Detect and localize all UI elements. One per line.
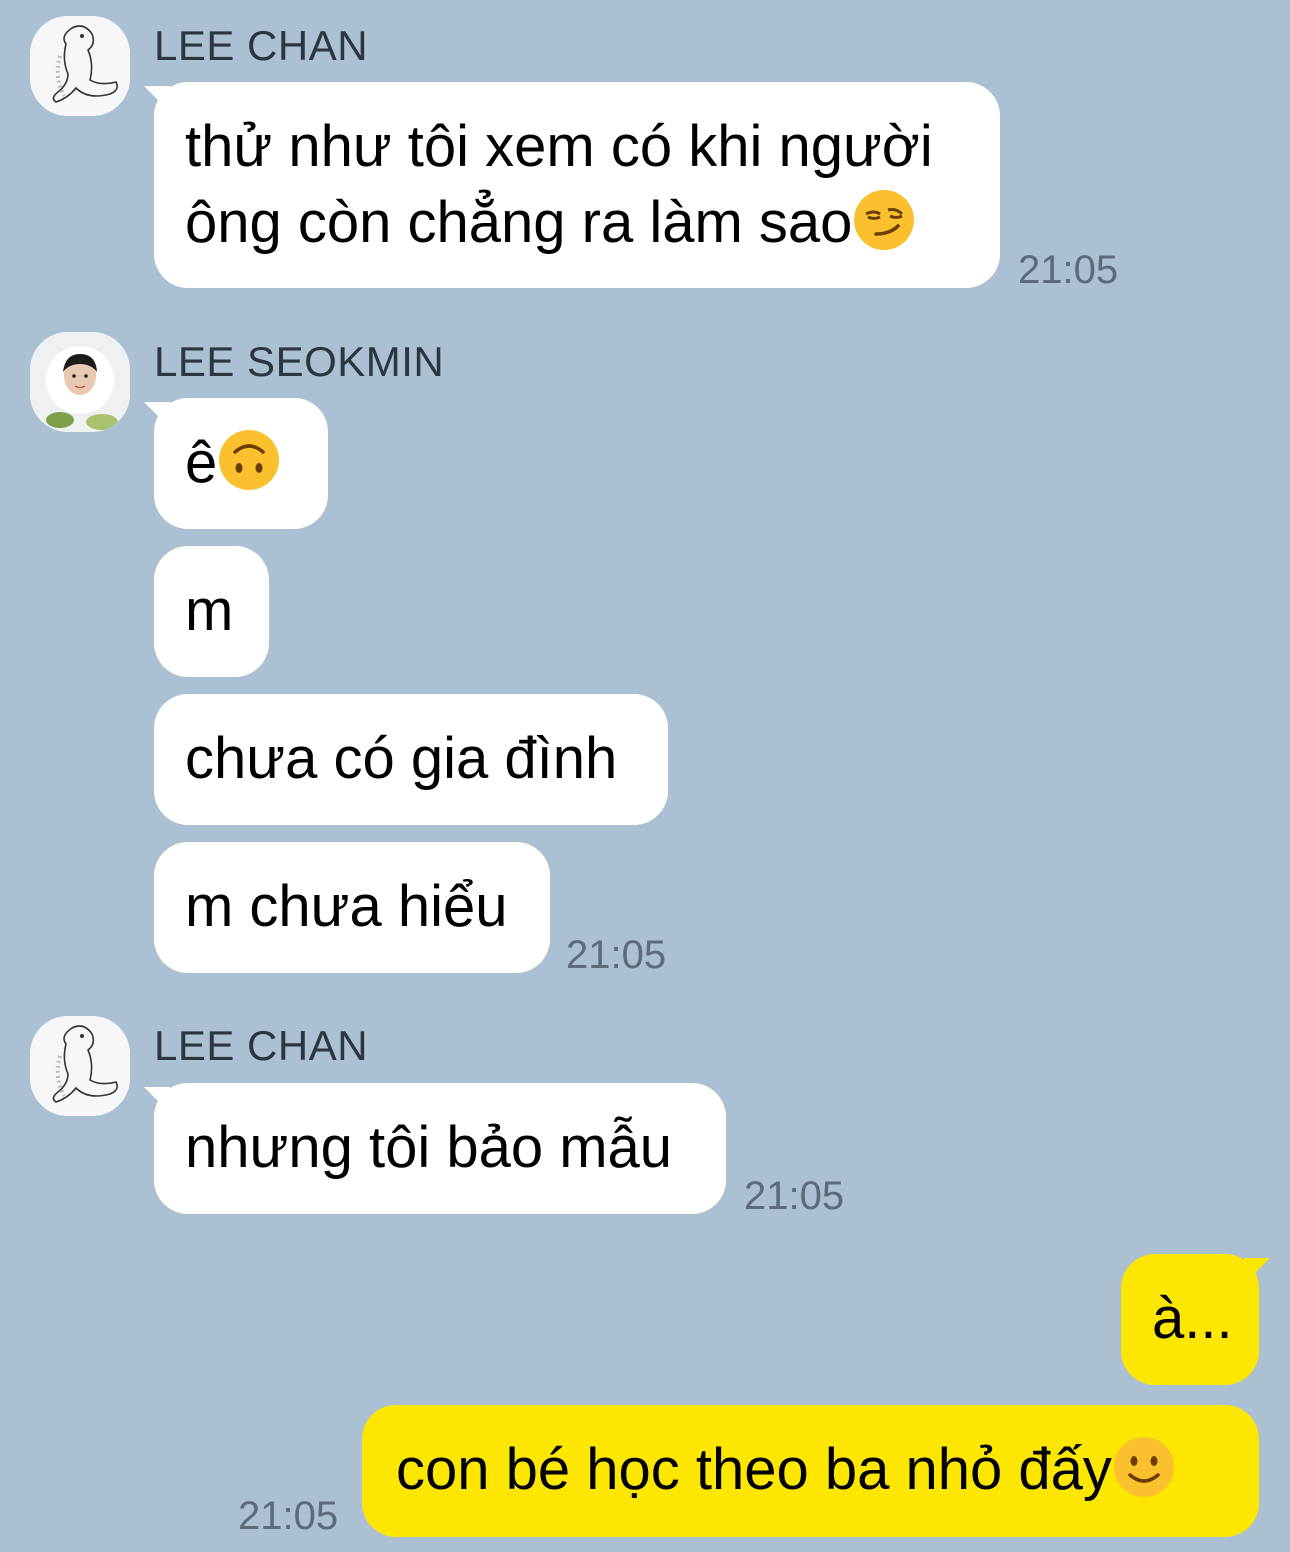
timestamp: 21:05 bbox=[238, 1494, 339, 1538]
sender-name: LEE SEOKMIN bbox=[154, 338, 445, 385]
sender-name: LEE CHAN bbox=[154, 1022, 369, 1069]
message-bubble[interactable]: m chưa hiểu bbox=[154, 842, 550, 973]
message-bubble[interactable]: m bbox=[154, 546, 269, 677]
smirking-face-icon bbox=[852, 188, 916, 252]
message-bubble[interactable]: chưa có gia đình bbox=[154, 694, 668, 825]
timestamp: 21:05 bbox=[566, 933, 667, 977]
photo-avatar-icon bbox=[30, 332, 130, 432]
timestamp: 21:05 bbox=[1018, 248, 1119, 292]
avatar[interactable] bbox=[30, 1016, 130, 1116]
avatar[interactable] bbox=[30, 332, 130, 432]
message-line-1: thử như tôi xem có khi người bbox=[185, 114, 933, 179]
message-line-2-text: ông còn chẳng ra làm sao bbox=[185, 190, 853, 255]
sender-name: LEE CHAN bbox=[154, 22, 369, 69]
message-bubble[interactable]: con bé học theo ba nhỏ đấy bbox=[362, 1405, 1259, 1537]
chat-screen: { "messages": [ { "sender": "LEE CHAN", … bbox=[0, 0, 1290, 1552]
slightly-smiling-face-icon bbox=[1112, 1435, 1176, 1499]
message-bubble[interactable]: à... bbox=[1121, 1254, 1259, 1385]
line-drawing-avatar-icon bbox=[30, 16, 130, 116]
line-drawing-avatar-icon bbox=[30, 1016, 130, 1116]
message-text: ê bbox=[185, 430, 218, 495]
message-bubble[interactable]: nhưng tôi bảo mẫu bbox=[154, 1083, 726, 1214]
timestamp: 21:05 bbox=[744, 1174, 845, 1218]
message-bubble[interactable]: thử như tôi xem có khi người ông còn chẳ… bbox=[154, 82, 1000, 288]
avatar[interactable] bbox=[30, 16, 130, 116]
message-bubble[interactable]: ê bbox=[154, 398, 328, 529]
message-line-2: ông còn chẳng ra làm sao bbox=[185, 185, 969, 261]
message-text: con bé học theo ba nhỏ đấy bbox=[396, 1437, 1112, 1502]
upside-down-face-icon bbox=[217, 428, 281, 492]
